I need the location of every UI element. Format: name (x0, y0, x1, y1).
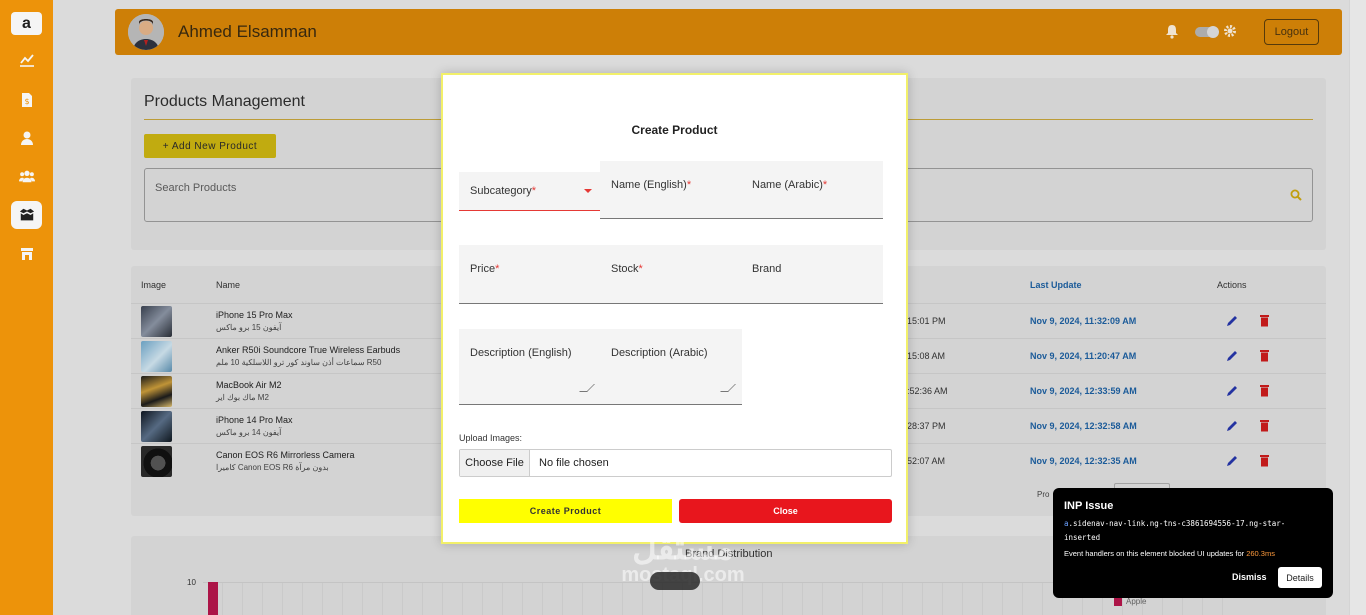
upload-label: Upload Images: (459, 433, 523, 443)
subcategory-select[interactable]: Subcategory* (459, 172, 600, 211)
resize-handle[interactable] (720, 384, 736, 392)
inp-title: INP Issue (1064, 500, 1114, 512)
details-button[interactable]: Details (1278, 567, 1322, 588)
media-controls[interactable] (650, 572, 700, 590)
name-english-label: Name (English)* (611, 179, 692, 191)
inp-selector: a.sidenav-nav-link.ng-tns-c3861694556-17… (1064, 519, 1286, 542)
description-fields[interactable]: Description (English) Description (Arabi… (459, 329, 742, 405)
file-status: No file chosen (539, 457, 609, 469)
inp-issue-popup: INP Issue a.sidenav-nav-link.ng-tns-c386… (1053, 488, 1333, 598)
price-stock-brand-fields[interactable]: Price* Stock* Brand (459, 245, 883, 304)
brand-label[interactable]: Brand (752, 263, 781, 275)
subcategory-label: Subcategory* (470, 185, 537, 197)
chevron-down-icon[interactable] (584, 189, 592, 193)
description-english-label: Description (English) (470, 347, 572, 359)
close-button[interactable]: Close (679, 499, 892, 523)
modal-title: Create Product (631, 123, 718, 137)
mostaql-watermark: مستقل mostaql.com (598, 528, 768, 600)
description-arabic-label[interactable]: Description (Arabic) (611, 347, 708, 359)
price-label: Price* (470, 263, 500, 275)
name-arabic-label[interactable]: Name (Arabic)* (752, 179, 827, 191)
choose-file-button[interactable]: Choose File (460, 450, 530, 476)
create-product-modal: Create Product Subcategory* Name (Englis… (441, 73, 908, 544)
resize-handle[interactable] (579, 384, 595, 392)
name-fields[interactable]: Name (English)* Name (Arabic)* (600, 161, 883, 219)
stock-label[interactable]: Stock* (611, 263, 643, 275)
file-input[interactable]: Choose File No file chosen (459, 449, 892, 477)
dismiss-button[interactable]: Dismiss (1232, 572, 1267, 582)
inp-message: Event handlers on this element blocked U… (1064, 549, 1275, 558)
create-product-button[interactable]: Create Product (459, 499, 672, 523)
